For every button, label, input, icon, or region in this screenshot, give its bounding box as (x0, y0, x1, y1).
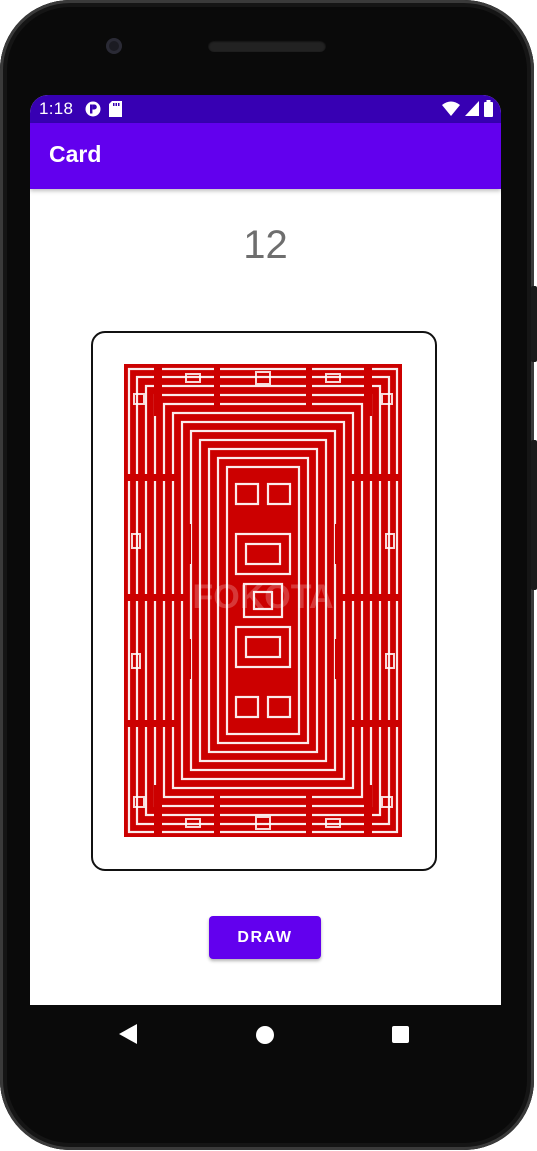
navigation-bar (30, 1005, 501, 1065)
card-back-pattern: FOKOTA (124, 364, 402, 837)
app-title: Card (49, 141, 102, 167)
status-bar: 1:18 (30, 95, 501, 123)
phone-frame: 1:18 Card 12 FOKOTA DRAW (0, 0, 537, 1150)
playing-card-back[interactable]: FOKOTA (91, 331, 437, 871)
volume-button (531, 440, 537, 590)
card-watermark: FOKOTA (192, 578, 333, 616)
recents-icon[interactable] (392, 1026, 409, 1043)
app-bar: Card (30, 123, 501, 189)
front-camera (106, 38, 122, 54)
draw-button[interactable]: DRAW (209, 916, 321, 959)
data-saver-icon (85, 101, 101, 117)
sd-card-icon (109, 101, 122, 117)
earpiece-speaker (208, 40, 326, 52)
card-count: 12 (243, 223, 288, 267)
screen: 1:18 Card 12 FOKOTA DRAW (30, 95, 501, 1005)
battery-icon (484, 100, 493, 117)
wifi-icon (442, 101, 460, 116)
status-time: 1:18 (39, 99, 74, 118)
power-button (531, 286, 537, 362)
home-icon[interactable] (256, 1026, 274, 1044)
cell-signal-icon (465, 101, 479, 116)
back-icon[interactable] (119, 1024, 137, 1044)
